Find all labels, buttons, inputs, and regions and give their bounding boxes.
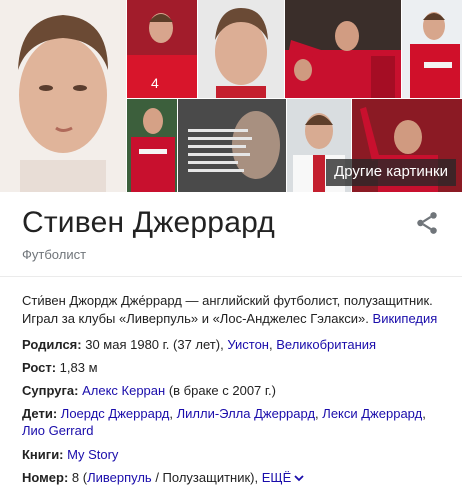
image-england-kit[interactable]: 4 — [127, 0, 197, 98]
fact-number-pre: 8 ( — [71, 470, 88, 485]
entity-description: Сти́вен Джордж Дже́ррард — английский фу… — [22, 292, 447, 328]
description-text: Сти́вен Джордж Дже́ррард — английский фу… — [22, 293, 433, 326]
fact-height: Рост: 1,83 м — [22, 359, 447, 376]
fact-spouse-label: Супруга: — [22, 383, 79, 398]
fact-number-mid: / Полузащитник), — [151, 470, 259, 485]
fact-number-label: Номер: — [22, 470, 69, 485]
fact-born-sep: , — [268, 337, 273, 352]
fact-books: Книги: My Story — [22, 446, 447, 463]
club-link[interactable]: Ливерпуль — [87, 470, 152, 485]
fact-books-label: Книги: — [22, 447, 64, 462]
wikipedia-link[interactable]: Википедия — [373, 311, 438, 326]
image-headshot[interactable] — [198, 0, 284, 98]
more-facts-label: ЕЩЁ — [261, 470, 292, 485]
fact-children-sep: , — [169, 406, 173, 421]
fact-children-sep: , — [422, 406, 426, 421]
entity-subtitle: Футболист — [22, 247, 87, 262]
fact-number: Номер: 8 (Ливерпуль / Полузащитник), ЕЩЁ — [22, 469, 447, 486]
child-link[interactable]: Лекси Джеррард — [322, 406, 422, 421]
chevron-down-icon — [294, 475, 304, 482]
child-link[interactable]: Лилли-Элла Джеррард — [177, 406, 315, 421]
fact-children-label: Дети: — [22, 406, 58, 421]
fact-born-text: 30 мая 1980 г. (37 лет), — [85, 337, 224, 352]
fact-children: Дети: Лоердс Джеррард, Лилли-Элла Джерра… — [22, 405, 447, 439]
spouse-link[interactable]: Алекс Керран — [82, 383, 165, 398]
more-images-button[interactable]: Другие картинки — [326, 159, 456, 186]
book-link[interactable]: My Story — [67, 447, 118, 462]
fact-height-label: Рост: — [22, 360, 57, 375]
child-link[interactable]: Лоердс Джеррард — [61, 406, 170, 421]
birthplace-link[interactable]: Уистон — [227, 337, 269, 352]
image-carlsberg-kit[interactable] — [127, 99, 177, 192]
knowledge-panel: 4 Другие картинки Стивен Джеррард Футбол… — [0, 0, 462, 502]
fact-height-value: 1,83 м — [59, 360, 98, 375]
fact-children-sep: , — [315, 406, 319, 421]
image-portrait-main[interactable] — [0, 0, 126, 192]
fact-born-label: Родился: — [22, 337, 82, 352]
fact-born: Родился: 30 мая 1980 г. (37 лет), Уистон… — [22, 336, 447, 353]
child-link[interactable]: Лио Gerrard — [22, 423, 93, 438]
share-icon[interactable] — [414, 210, 440, 236]
image-quote[interactable] — [178, 99, 286, 192]
image-celebration[interactable] — [285, 0, 401, 98]
entity-title: Стивен Джеррард — [22, 206, 275, 239]
fact-spouse-text: (в браке с 2007 г.) — [168, 383, 276, 398]
image-standard-kit[interactable] — [402, 0, 462, 98]
fact-spouse: Супруга: Алекс Керран (в браке с 2007 г.… — [22, 382, 447, 399]
entity-header: Стивен Джеррард Футболист — [0, 192, 462, 277]
svg-text:4: 4 — [151, 75, 159, 91]
country-link[interactable]: Великобритания — [276, 337, 376, 352]
more-facts-button[interactable]: ЕЩЁ — [262, 470, 305, 485]
image-collage: 4 Другие картинки — [0, 0, 462, 192]
